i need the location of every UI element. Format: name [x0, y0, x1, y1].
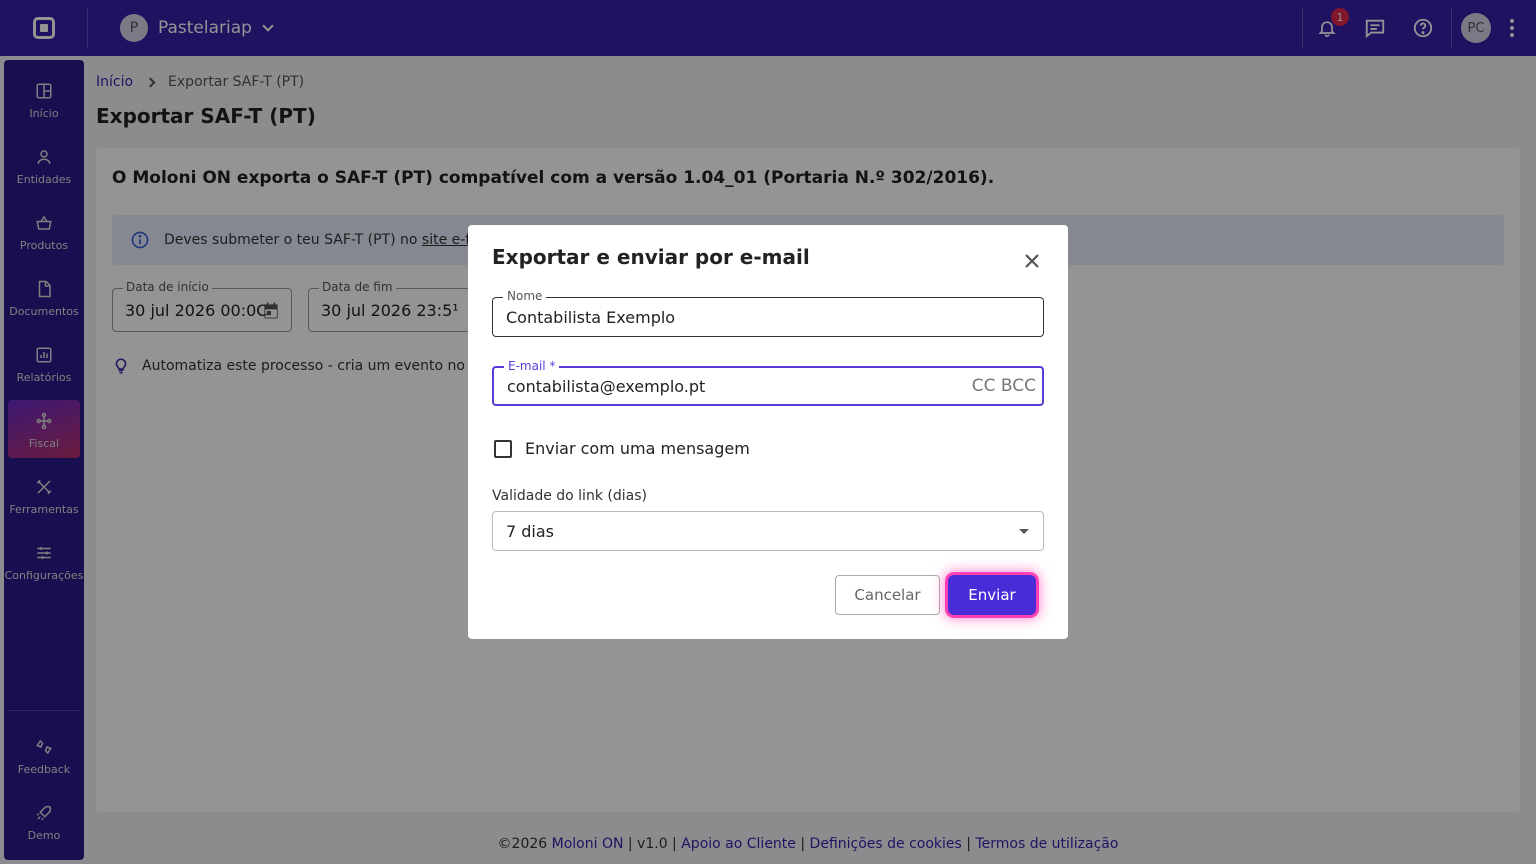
export-email-dialog: Exportar e enviar por e-mail Nome Contab… [468, 225, 1068, 639]
name-label: Nome [503, 289, 547, 303]
cc-bcc-button[interactable]: CC BCC [972, 376, 1036, 396]
validity-label: Validade do link (dias) [492, 488, 647, 504]
name-value: Contabilista Exemplo [506, 307, 676, 327]
validity-value: 7 dias [506, 521, 555, 541]
close-icon [1025, 254, 1039, 268]
email-field[interactable]: E-mail * contabilista@exemplo.pt CC BCC [492, 359, 1044, 406]
cancel-button[interactable]: Cancelar [835, 575, 940, 615]
checkbox-label: Enviar com uma mensagem [525, 439, 750, 458]
email-value: contabilista@exemplo.pt [507, 376, 706, 396]
name-field[interactable]: Nome Contabilista Exemplo [492, 289, 1044, 337]
dropdown-arrow-icon [1019, 529, 1029, 534]
message-checkbox-row[interactable]: Enviar com uma mensagem [492, 439, 750, 458]
validity-select[interactable]: 7 dias [492, 511, 1044, 551]
message-checkbox[interactable] [494, 439, 512, 458]
send-button[interactable]: Enviar [948, 575, 1036, 615]
dialog-title: Exportar e enviar por e-mail [492, 245, 810, 269]
close-button[interactable] [1020, 249, 1044, 273]
email-label: E-mail * [504, 359, 560, 373]
